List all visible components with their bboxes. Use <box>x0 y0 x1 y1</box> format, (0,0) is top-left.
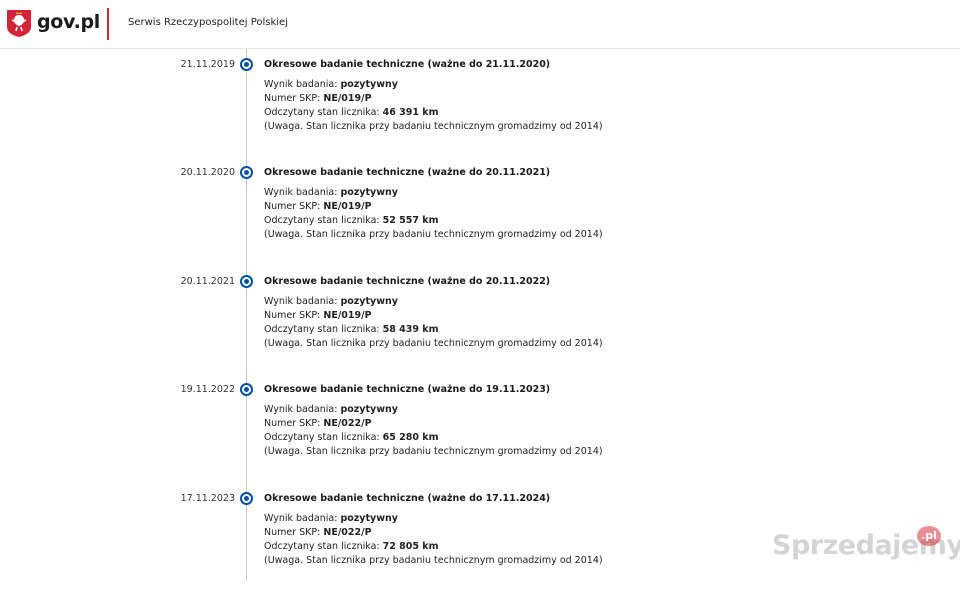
odometer-line: Odczytany stan licznika: 52 557 km <box>264 215 439 226</box>
timeline-entry: 20.11.2021 Okresowe badanie techniczne (… <box>0 275 960 376</box>
entry-title: Okresowe badanie techniczne (ważne do 21… <box>264 59 551 70</box>
result-line: Wynik badania: pozytywny <box>264 79 398 90</box>
skp-value: NE/019/P <box>323 93 372 104</box>
skp-line: Numer SKP: NE/019/P <box>264 93 372 104</box>
odometer-line: Odczytany stan licznika: 46 391 km <box>264 107 439 118</box>
service-name: Serwis Rzeczypospolitej Polskiej <box>128 17 288 28</box>
odometer-value: 72 805 km <box>382 541 439 552</box>
timeline-entry: 20.11.2020 Okresowe badanie techniczne (… <box>0 166 960 267</box>
timeline-entry: 19.11.2022 Okresowe badanie techniczne (… <box>0 383 960 484</box>
result-value: pozytywny <box>340 79 398 90</box>
odometer-value: 46 391 km <box>382 107 439 118</box>
timeline-marker-icon <box>240 166 253 179</box>
skp-value: NE/019/P <box>323 310 372 321</box>
watermark-badge: .pl <box>917 526 941 546</box>
entry-title: Okresowe badanie techniczne (ważne do 19… <box>264 384 551 395</box>
timeline-marker-icon <box>240 275 253 288</box>
polish-emblem-icon[interactable] <box>7 10 31 37</box>
entry-date: 20.11.2020 <box>180 167 235 178</box>
timeline-marker-icon <box>240 383 253 396</box>
odometer-value: 58 439 km <box>382 324 439 335</box>
result-value: pozytywny <box>340 187 398 198</box>
skp-value: NE/019/P <box>323 201 372 212</box>
skp-line: Numer SKP: NE/022/P <box>264 527 372 538</box>
odometer-note: (Uwaga. Stan licznika przy badaniu techn… <box>264 446 603 457</box>
entry-date: 21.11.2019 <box>180 59 235 70</box>
entry-title: Okresowe badanie techniczne (ważne do 17… <box>264 493 551 504</box>
result-line: Wynik badania: pozytywny <box>264 404 398 415</box>
timeline-marker-icon <box>240 492 253 505</box>
odometer-line: Odczytany stan licznika: 72 805 km <box>264 541 439 552</box>
odometer-note: (Uwaga. Stan licznika przy badaniu techn… <box>264 555 603 566</box>
odometer-value: 65 280 km <box>382 432 439 443</box>
timeline-marker-icon <box>240 58 253 71</box>
odometer-note: (Uwaga. Stan licznika przy badaniu techn… <box>264 121 603 132</box>
result-line: Wynik badania: pozytywny <box>264 513 398 524</box>
skp-line: Numer SKP: NE/019/P <box>264 201 372 212</box>
entry-title: Okresowe badanie techniczne (ważne do 20… <box>264 167 551 178</box>
result-line: Wynik badania: pozytywny <box>264 187 398 198</box>
skp-value: NE/022/P <box>323 527 372 538</box>
entry-date: 20.11.2021 <box>180 276 235 287</box>
result-value: pozytywny <box>340 296 398 307</box>
timeline-entry: 21.11.2019 Okresowe badanie techniczne (… <box>0 58 960 159</box>
entry-title: Okresowe badanie techniczne (ważne do 20… <box>264 276 551 287</box>
odometer-note: (Uwaga. Stan licznika przy badaniu techn… <box>264 338 603 349</box>
odometer-line: Odczytany stan licznika: 58 439 km <box>264 324 439 335</box>
entry-date: 17.11.2023 <box>180 493 235 504</box>
gov-pl-logo[interactable]: gov.pl <box>37 11 100 33</box>
result-value: pozytywny <box>340 404 398 415</box>
odometer-value: 52 557 km <box>382 215 439 226</box>
odometer-line: Odczytany stan licznika: 65 280 km <box>264 432 439 443</box>
skp-line: Numer SKP: NE/019/P <box>264 310 372 321</box>
skp-value: NE/022/P <box>323 418 372 429</box>
header-divider <box>107 8 109 40</box>
entry-date: 19.11.2022 <box>180 384 235 395</box>
result-line: Wynik badania: pozytywny <box>264 296 398 307</box>
odometer-note: (Uwaga. Stan licznika przy badaniu techn… <box>264 229 603 240</box>
site-header: gov.pl Serwis Rzeczypospolitej Polskiej <box>0 0 960 49</box>
result-value: pozytywny <box>340 513 398 524</box>
skp-line: Numer SKP: NE/022/P <box>264 418 372 429</box>
